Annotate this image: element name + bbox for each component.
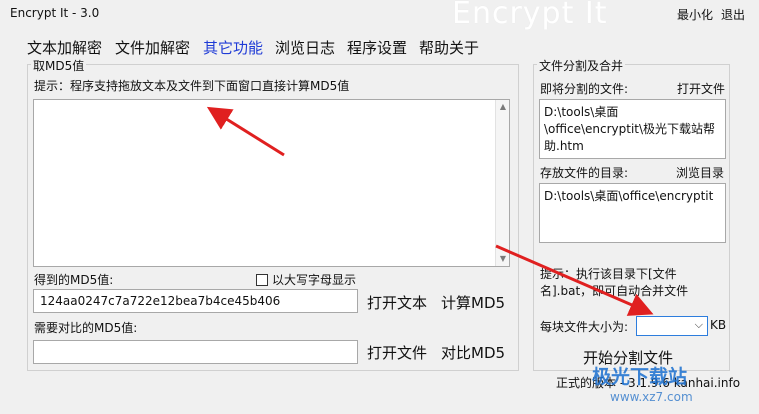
split-size-select[interactable]: ⌵ (636, 316, 708, 336)
open-file-button[interactable]: 打开文件 (367, 342, 427, 363)
window-title: Encrypt It - 3.0 (10, 6, 100, 20)
md5-group-title: 取MD5值 (31, 57, 87, 74)
md5-result-label: 得到的MD5值: (34, 273, 114, 287)
tab-settings[interactable]: 程序设置 (347, 37, 407, 58)
split-target-field[interactable]: D:\tools\桌面\office\encryptit (539, 183, 726, 243)
title-watermark: Encrypt It (452, 0, 608, 31)
tab-help-about[interactable]: 帮助关于 (419, 37, 479, 58)
chevron-down-icon: ⌵ (694, 318, 703, 331)
split-size-label: 每块文件大小为: (540, 320, 629, 334)
compute-md5-button[interactable]: 计算MD5 (441, 292, 505, 313)
md5-text-area[interactable]: ▲ ▼ (33, 99, 510, 267)
tab-other-functions[interactable]: 其它功能 (203, 37, 263, 58)
split-group-title: 文件分割及合并 (537, 57, 626, 74)
split-source-label: 即将分割的文件: (540, 82, 629, 96)
split-source-field[interactable]: D:\tools\桌面\office\encryptit\极光下载站帮助.htm (539, 99, 726, 159)
tab-file-crypt[interactable]: 文件加解密 (115, 37, 190, 58)
scroll-down-icon[interactable]: ▼ (496, 252, 509, 266)
exit-button[interactable]: 退出 (721, 6, 745, 23)
uppercase-checkbox[interactable] (256, 273, 268, 286)
md5-result-field[interactable]: 124aa0247c7a722e12bea7b4ce45b406 (33, 289, 358, 313)
split-target-label: 存放文件的目录: (540, 166, 629, 180)
split-open-file-button[interactable]: 打开文件 (677, 80, 725, 97)
uppercase-option[interactable]: 以大写字母显示 (256, 271, 356, 288)
browse-directory-button[interactable]: 浏览目录 (676, 164, 724, 181)
minimize-button[interactable]: 最小化 (677, 6, 713, 23)
md5-compare-field[interactable] (33, 340, 358, 364)
uppercase-label: 以大写字母显示 (272, 273, 357, 287)
compare-md5-button[interactable]: 对比MD5 (441, 342, 505, 363)
site-url-text: www.xz7.com (610, 390, 693, 404)
open-text-button[interactable]: 打开文本 (367, 292, 427, 313)
split-size-unit: KB (710, 318, 727, 332)
scroll-up-icon[interactable]: ▲ (496, 100, 509, 114)
md5-hint: 提示：程序支持拖放文本及文件到下面窗口直接计算MD5值 (34, 79, 350, 93)
md5-compare-label: 需要对比的MD5值: (34, 321, 138, 335)
site-logo-text: 极光下载站 (592, 366, 688, 388)
tab-view-log[interactable]: 浏览日志 (275, 37, 335, 58)
md5-text-scrollbar[interactable]: ▲ ▼ (495, 100, 509, 266)
tab-text-crypt[interactable]: 文本加解密 (27, 37, 102, 58)
split-hint: 提示：执行该目录下[文件名].bat，即可自动合并文件 (540, 267, 689, 298)
